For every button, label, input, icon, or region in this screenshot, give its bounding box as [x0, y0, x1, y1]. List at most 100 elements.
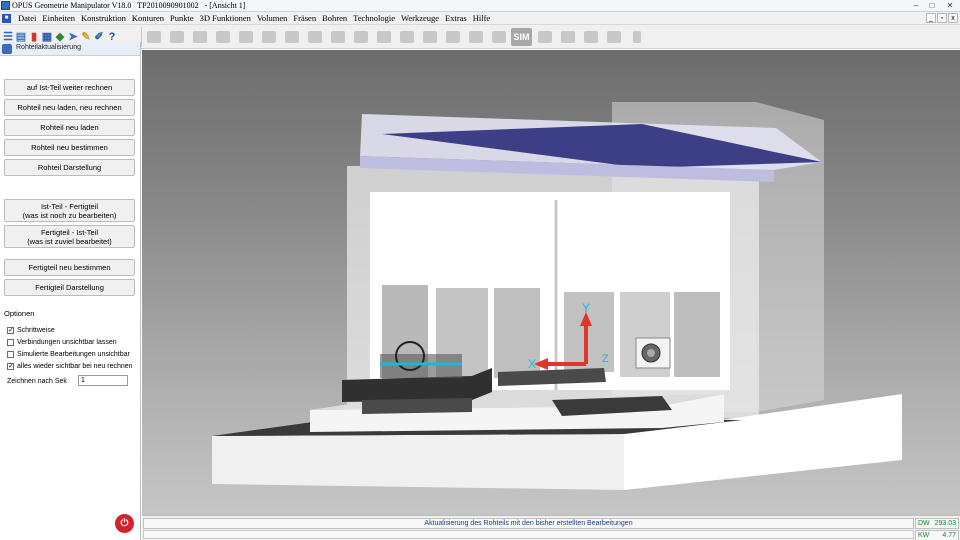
checkbox-checked[interactable]: ✓	[7, 327, 14, 334]
mill-icon[interactable]	[304, 27, 325, 47]
axis-label-y: Y	[582, 301, 590, 315]
menu-einheiten[interactable]: Einheiten	[39, 13, 78, 24]
option-label: Simulierte Bearbeitungen unsichtbar	[17, 351, 130, 358]
left-pallet-base	[362, 398, 472, 414]
mdi-minimize-button[interactable]: _	[926, 13, 936, 23]
kw-value: 4.77	[942, 532, 956, 539]
machine-base-front	[212, 434, 624, 490]
option-label: Verbindungen unsichtbar lassen	[17, 339, 117, 346]
toolbar-right: SIM	[143, 27, 647, 47]
menu-3d-funktionen[interactable]: 3D Funktionen	[197, 13, 254, 24]
document-icon[interactable]: ■	[2, 14, 11, 23]
sim-button[interactable]: SIM	[511, 27, 532, 47]
axis-label-z: Z	[602, 353, 609, 365]
menu-volumen[interactable]: Volumen	[254, 13, 291, 24]
checkbox[interactable]	[7, 339, 14, 346]
final-minus-actual-line1: Fertigteil - Ist-Teil	[40, 228, 99, 237]
option-label: alles wieder sichtbar bei neu rechnen	[17, 363, 133, 370]
menu-extras[interactable]: Extras	[442, 13, 470, 24]
menu-datei[interactable]: Datei	[15, 13, 39, 24]
reload-stock-button[interactable]: Rohteil neu laden	[4, 119, 135, 136]
final-minus-actual-button[interactable]: Fertigteil - Ist-Teil (was ist zuviel be…	[4, 225, 135, 248]
mdi-close-button[interactable]: x	[948, 13, 958, 23]
menu-punkte[interactable]: Punkte	[167, 13, 197, 24]
step-icon[interactable]	[603, 27, 624, 47]
stock-display-button[interactable]: Rohteil Darstellung	[4, 159, 135, 176]
menu-bohren[interactable]: Bohren	[319, 13, 350, 24]
menu-konstruktion[interactable]: Konstruktion	[78, 13, 129, 24]
toolbar: ☰ ▤ ▮ ▦ ◆ ➤ ✎ ✐ ? SIM	[0, 25, 960, 49]
3d-viewport[interactable]: Y X Z	[142, 50, 960, 515]
menu-bar: ■ Datei Einheiten Konstruktion Konturen …	[0, 12, 960, 25]
menu-hilfe[interactable]: Hilfe	[470, 13, 493, 24]
redefine-final-part-button[interactable]: Fertigteil neu bestimmen	[4, 259, 135, 276]
status-bar: Aktualisierung des Rohteils mit den bish…	[142, 515, 960, 540]
stock-update-icon	[2, 44, 12, 54]
measure-icon[interactable]	[212, 27, 233, 47]
section-icon[interactable]	[350, 27, 371, 47]
spindle-hub	[647, 349, 655, 357]
left-panel: Rohteilaktualisierung auf Ist-Teil weite…	[0, 42, 141, 540]
menu-fraesen[interactable]: Fräsen	[290, 13, 319, 24]
drill-icon[interactable]	[281, 27, 302, 47]
option-schrittweise[interactable]: ✓ Schrittweise	[7, 327, 55, 334]
settings-icon[interactable]	[534, 27, 555, 47]
title-bar: OPUS Geometrie Manipulator V18.0 TP20100…	[0, 0, 960, 12]
option-simulated-invisible[interactable]: Simulierte Bearbeitungen unsichtbar	[7, 351, 130, 358]
dw-readout: DW 293.03	[915, 518, 959, 529]
compare-icon[interactable]	[465, 27, 486, 47]
view-iso-icon[interactable]	[189, 27, 210, 47]
fixture-icon[interactable]	[327, 27, 348, 47]
reload-recalculate-stock-button[interactable]: Rohteil neu laden, neu rechnen	[4, 99, 135, 116]
rotate-icon[interactable]	[235, 27, 256, 47]
option-label: Schrittweise	[17, 327, 55, 334]
checkbox[interactable]	[7, 351, 14, 358]
final-minus-actual-line2: (was ist zuviel bearbeitet)	[27, 237, 112, 246]
exit-icon[interactable]: ⏻	[115, 514, 134, 533]
dw-label: DW	[918, 520, 930, 527]
status-secondary	[143, 530, 914, 539]
actual-minus-final-button[interactable]: Ist-Teil - Fertigteil (was ist noch zu b…	[4, 199, 135, 222]
view-front-icon[interactable]	[143, 27, 164, 47]
back-icon[interactable]	[580, 27, 601, 47]
stock-icon[interactable]	[419, 27, 440, 47]
draw-after-seconds-label: Zeichnen nach Sek	[7, 378, 67, 385]
pause-icon[interactable]	[626, 27, 647, 47]
kw-readout: KW 4.77	[915, 530, 959, 540]
minimize-button[interactable]: –	[909, 0, 923, 11]
final-part-display-button[interactable]: Fertigteil Darstellung	[4, 279, 135, 296]
checkbox-checked[interactable]: ✓	[7, 363, 14, 370]
part-icon[interactable]	[442, 27, 463, 47]
volume-icon[interactable]	[373, 27, 394, 47]
forward-icon[interactable]	[557, 27, 578, 47]
view-side-icon[interactable]	[166, 27, 187, 47]
menu-technologie[interactable]: Technologie	[350, 13, 398, 24]
toolbar-separator	[141, 27, 142, 47]
kw-label: KW	[918, 532, 930, 539]
panel-title: Rohteilaktualisierung	[16, 44, 81, 51]
rear-panel-6	[674, 292, 720, 377]
mdi-restore-button[interactable]: ▫	[937, 13, 947, 23]
mdi-controls: _ ▫ x	[926, 13, 958, 23]
cut-icon[interactable]	[396, 27, 417, 47]
list-icon[interactable]	[488, 27, 509, 47]
options-title: Optionen	[4, 309, 35, 318]
menu-konturen[interactable]: Konturen	[129, 13, 167, 24]
actual-minus-final-line2: (was ist noch zu bearbeiten)	[22, 211, 117, 220]
actual-minus-final-line1: Ist-Teil - Fertigteil	[40, 202, 99, 211]
menu-werkzeuge[interactable]: Werkzeuge	[398, 13, 442, 24]
redefine-stock-button[interactable]: Rohteil neu bestimmen	[4, 139, 135, 156]
close-button[interactable]: ✕	[941, 0, 959, 11]
tool-path-icon[interactable]	[258, 27, 279, 47]
app-icon	[1, 1, 10, 10]
maximize-button[interactable]: □	[925, 0, 939, 11]
option-connections-invisible[interactable]: Verbindungen unsichtbar lassen	[7, 339, 117, 346]
axis-label-x: X	[528, 357, 536, 371]
option-all-visible-recalc[interactable]: ✓ alles wieder sichtbar bei neu rechnen	[7, 363, 133, 370]
menu-items: Datei Einheiten Konstruktion Konturen Pu…	[15, 13, 493, 24]
continue-on-actual-part-button[interactable]: auf Ist-Teil weiter rechnen	[4, 79, 135, 96]
draw-after-seconds-input[interactable]	[78, 375, 128, 386]
dw-value: 293.03	[934, 520, 956, 527]
window-controls: – □ ✕	[909, 0, 959, 11]
window-title: OPUS Geometrie Manipulator V18.0 TP20100…	[12, 1, 246, 10]
